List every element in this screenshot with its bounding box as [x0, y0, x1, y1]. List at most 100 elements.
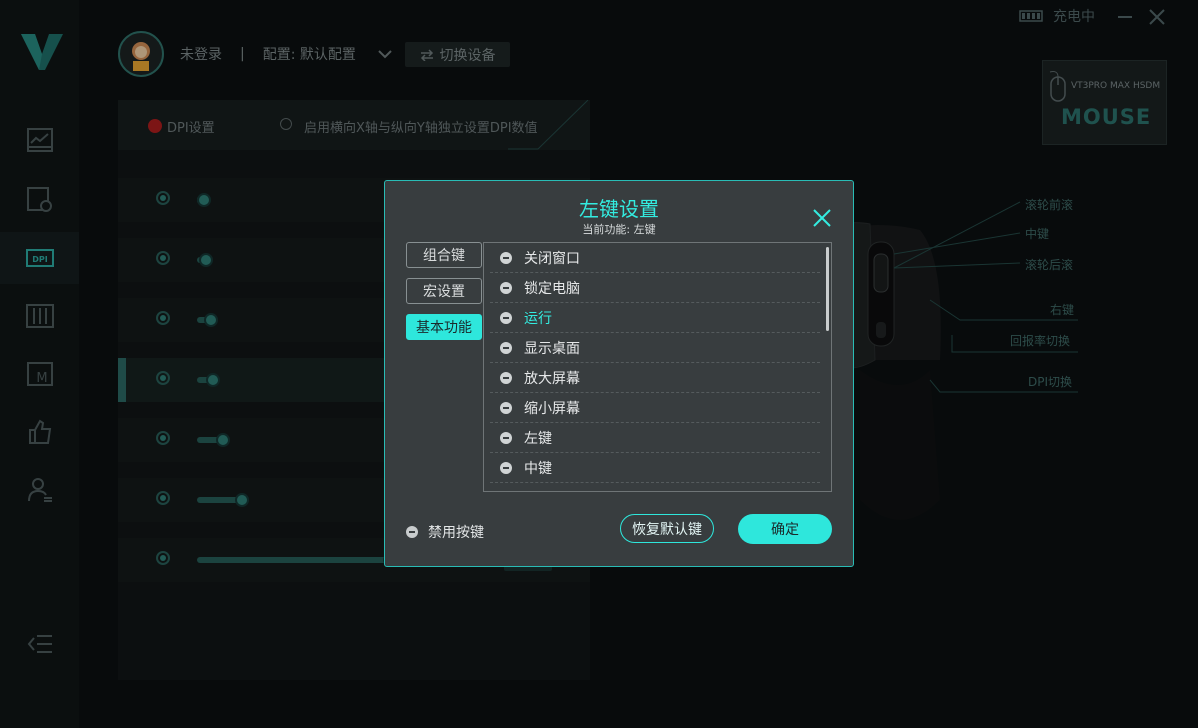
function-list-item[interactable]: 放大屏幕 — [490, 363, 820, 393]
minus-circle-icon — [500, 461, 512, 474]
tab-macro[interactable]: 宏设置 — [406, 278, 482, 304]
function-item-label: 缩小屏幕 — [524, 400, 580, 417]
function-item-label: 中键 — [524, 460, 552, 477]
nav-collapse[interactable] — [0, 618, 79, 670]
dpi-slider-knob[interactable] — [199, 253, 213, 267]
dpi-radio[interactable] — [156, 551, 170, 565]
config-label[interactable]: 配置: 默认配置 — [263, 44, 356, 64]
minus-circle-icon — [500, 401, 512, 414]
tab-combo-key[interactable]: 组合键 — [406, 242, 482, 268]
active-indicator — [118, 358, 126, 402]
nav-performance[interactable] — [0, 114, 79, 166]
dialog-title: 左键设置 — [579, 197, 659, 221]
record-dot-icon — [148, 119, 162, 133]
function-list: 关闭窗口锁定电脑运行显示桌面放大屏幕缩小屏幕左键中键 — [483, 242, 832, 492]
nav-settings[interactable] — [0, 174, 79, 226]
restore-default-button[interactable]: 恢复默认键 — [620, 514, 714, 543]
left-key-settings-dialog: 左键设置 当前功能: 左键 组合键 宏设置 基本功能 关闭窗口锁定电脑运行显示桌… — [384, 180, 854, 567]
chevron-down-icon[interactable] — [378, 49, 392, 59]
dpi-slider-knob[interactable] — [197, 193, 211, 207]
battery-icon — [1019, 10, 1043, 22]
minus-circle-icon — [500, 371, 512, 384]
xy-independent-radio[interactable] — [280, 118, 292, 130]
minimize-icon[interactable] — [1117, 9, 1133, 25]
device-card[interactable]: VT3PRO MAX HSDM MOUSE — [1042, 60, 1167, 145]
avatar[interactable] — [118, 31, 164, 77]
dialog-subtitle: 当前功能: 左键 — [582, 223, 656, 236]
minus-circle-icon — [500, 431, 512, 444]
function-list-item[interactable]: 缩小屏幕 — [490, 393, 820, 423]
dpi-radio[interactable] — [156, 431, 170, 445]
nav-recommend[interactable] — [0, 406, 79, 458]
callout-scroll-forward: 滚轮前滚 — [1025, 198, 1074, 212]
confirm-button[interactable]: 确定 — [738, 514, 832, 544]
function-list-item[interactable]: 关闭窗口 — [490, 243, 820, 273]
dpi-slider-knob[interactable] — [216, 433, 230, 447]
function-list-item[interactable]: 显示桌面 — [490, 333, 820, 363]
top-bar: 未登录 | 配置: 默认配置 — [118, 31, 392, 77]
dpi-radio[interactable] — [156, 371, 170, 385]
dpi-slider-knob[interactable] — [204, 313, 218, 327]
dpi-icon: DPI — [25, 249, 54, 267]
function-list-item[interactable]: 运行 — [490, 303, 820, 333]
header-corner-deco — [508, 100, 589, 150]
mouse-icon — [1049, 71, 1066, 102]
switch-device-label: 切换设备 — [439, 47, 496, 64]
function-item-label: 运行 — [524, 310, 552, 327]
disable-key-option[interactable]: 禁用按键 — [406, 522, 484, 542]
dpi-radio[interactable] — [156, 311, 170, 325]
minus-circle-icon — [500, 341, 512, 354]
disable-key-label: 禁用按键 — [428, 525, 484, 541]
function-item-label: 放大屏幕 — [524, 370, 580, 387]
nav-macro[interactable]: M — [0, 348, 79, 400]
function-list-item[interactable]: 左键 — [490, 423, 820, 453]
minus-circle-icon — [500, 251, 512, 264]
callout-scroll-back: 滚轮后滚 — [1025, 258, 1074, 272]
svg-text:M: M — [36, 371, 47, 386]
minus-circle-icon — [500, 281, 512, 294]
nav-equalizer[interactable] — [0, 290, 79, 342]
macro-icon: M — [26, 362, 53, 386]
nav-user[interactable] — [0, 464, 79, 516]
dpi-radio[interactable] — [156, 191, 170, 205]
thumbs-up-icon — [28, 419, 51, 444]
callout-middle: 中键 — [1025, 227, 1050, 241]
nav-dpi[interactable]: DPI — [0, 232, 79, 284]
topbar-separator: | — [240, 46, 245, 62]
avatar-icon — [132, 42, 150, 71]
dpi-slider-track[interactable] — [197, 557, 387, 563]
charging-status: 充电中 — [1053, 9, 1095, 25]
switch-device-button[interactable]: 切换设备 — [405, 42, 510, 67]
settings-icon — [26, 187, 52, 212]
function-list-item[interactable]: 中键 — [490, 453, 820, 483]
device-model: VT3PRO MAX HSDM — [1071, 81, 1161, 91]
function-item-label: 显示桌面 — [524, 340, 580, 357]
user-icon — [27, 478, 52, 502]
sliders-icon — [25, 304, 54, 328]
callout-right: 右键 — [1050, 303, 1075, 317]
close-window-icon[interactable] — [1148, 8, 1166, 26]
function-item-label: 锁定电脑 — [524, 280, 580, 297]
list-scrollbar[interactable] — [826, 247, 829, 331]
dpi-slider-knob[interactable] — [235, 493, 249, 507]
collapse-menu-icon — [27, 635, 52, 653]
function-list-item[interactable]: 锁定电脑 — [490, 273, 820, 303]
login-status[interactable]: 未登录 — [180, 44, 222, 64]
dpi-radio[interactable] — [156, 491, 170, 505]
xy-independent-label: 启用横向X轴与纵向Y轴独立设置DPI数值 — [304, 121, 538, 136]
dpi-panel-header: DPI设置 启用横向X轴与纵向Y轴独立设置DPI数值 — [118, 100, 590, 150]
dpi-radio[interactable] — [156, 251, 170, 265]
brand-logo — [21, 34, 63, 70]
function-item-label: 关闭窗口 — [524, 250, 580, 267]
callout-dpi-switch: DPI切换 — [1028, 375, 1073, 389]
dpi-slider-knob[interactable] — [206, 373, 220, 387]
close-icon[interactable] — [811, 207, 833, 229]
svg-text:DPI: DPI — [32, 255, 48, 264]
tab-basic-function[interactable]: 基本功能 — [406, 314, 482, 340]
dpi-setting-label: DPI设置 — [167, 121, 215, 136]
sidebar: DPI M — [0, 0, 80, 728]
swap-icon — [420, 48, 433, 61]
callout-report-rate: 回报率切换 — [1010, 334, 1071, 348]
dpi-slider-track[interactable] — [197, 497, 239, 503]
chart-icon — [26, 128, 53, 152]
